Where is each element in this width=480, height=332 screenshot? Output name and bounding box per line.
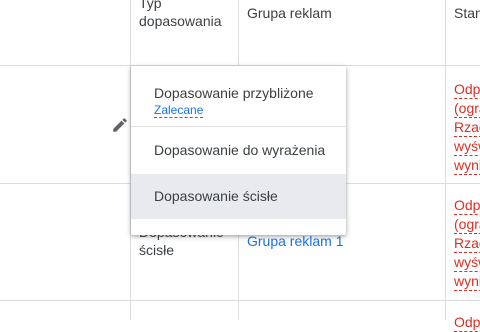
menu-item-label: Dopasowanie ścisłe (154, 188, 278, 204)
status-text[interactable]: Odpo (ogra Rzad wyśw wyni (454, 196, 480, 291)
status-line: wyni (454, 272, 480, 291)
menu-item-exact-match[interactable]: Dopasowanie ścisłe (131, 174, 346, 219)
header-ad-group[interactable]: Grupa reklam (247, 4, 332, 22)
status-line: (ogra (454, 99, 480, 118)
menu-item-label: Dopasowanie przybliżone (154, 85, 314, 101)
row-divider (0, 300, 480, 301)
recommended-label[interactable]: Zalecane (154, 103, 204, 118)
status-line: Odpo (454, 196, 480, 215)
column-divider (445, 0, 446, 320)
menu-item-broad-match[interactable]: Dopasowanie przybliżone Zalecane (131, 66, 346, 126)
menu-item-phrase-match[interactable]: Dopasowanie do wyrażenia (131, 127, 346, 174)
status-line: Odpo (454, 313, 480, 332)
match-type-dropdown-menu: Dopasowanie przybliżone Zalecane Dopasow… (131, 66, 346, 235)
table-header (0, 0, 480, 64)
status-line: wyśw (454, 137, 480, 156)
header-match-type-line1[interactable]: Typ (139, 0, 162, 12)
menu-item-label: Dopasowanie do wyrażenia (154, 142, 326, 158)
status-text[interactable]: Odpo (ogra Rzad wyśw wyni (454, 80, 480, 175)
header-status[interactable]: Stan (454, 4, 480, 22)
status-line: (ogra (454, 215, 480, 234)
header-match-type-line2[interactable]: dopasowania (139, 12, 222, 30)
match-type-line: ścisłe (139, 242, 175, 258)
status-line: wyni (454, 156, 480, 175)
status-line: wyśw (454, 253, 480, 272)
status-line: Rzad (454, 234, 480, 253)
status-line: Rzad (454, 118, 480, 137)
status-text[interactable]: Odpo (454, 313, 480, 332)
status-line: Odpo (454, 80, 480, 99)
pencil-icon[interactable] (111, 116, 129, 134)
